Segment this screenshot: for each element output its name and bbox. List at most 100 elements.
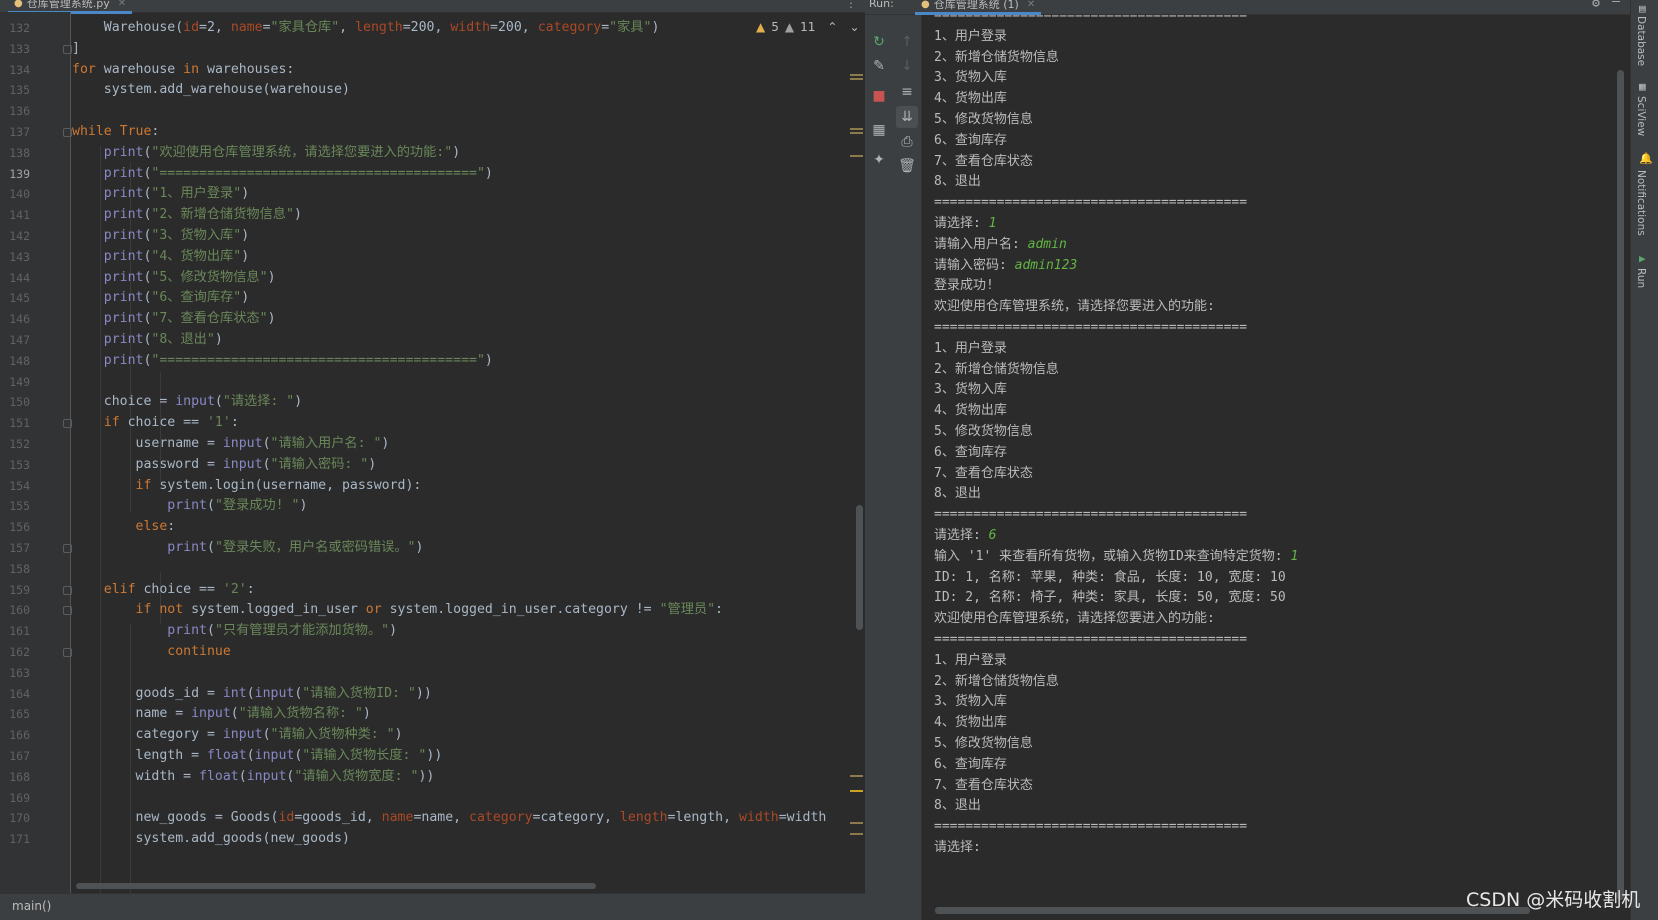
stripe-marker[interactable] [850, 74, 863, 76]
code-line[interactable]: print("5、修改货物信息") [72, 267, 276, 289]
layout-icon[interactable]: ▦ [868, 119, 890, 141]
code-token: id [183, 20, 200, 35]
code-line[interactable]: else: [72, 516, 176, 538]
code-token: )) [426, 748, 443, 763]
code-line[interactable]: Warehouse(id=2, name="家具仓库", length=200,… [72, 17, 660, 39]
code-line[interactable]: ] [72, 38, 80, 60]
code-line[interactable]: name = input("请输入货物名称: ") [72, 703, 371, 725]
console-horizontal-scrollbar[interactable] [935, 907, 1530, 914]
code-line[interactable]: if choice == '1': [72, 412, 239, 434]
code-token: Warehouse( [72, 20, 184, 35]
console-text: ID: 1, 名称: 苹果, 种类: 食品, 长度: 10, 宽度: 10 [934, 569, 1286, 585]
code-line[interactable]: print("7、查看仓库状态") [72, 308, 276, 330]
fold-marker-icon[interactable] [63, 585, 72, 595]
code-line[interactable]: print("3、货物入库") [72, 225, 249, 247]
code-line[interactable]: print("登录失败，用户名或密码错误。") [72, 537, 423, 559]
code-line[interactable]: print("欢迎使用仓库管理系统，请选择您要进入的功能:") [72, 142, 460, 164]
editor-horizontal-scrollbar[interactable] [76, 883, 596, 889]
run-config-tab[interactable]: ● 仓库管理系统 (1) ✕ [915, 0, 1042, 15]
code-line[interactable]: goods_id = int(input("请输入货物ID: ")) [72, 683, 432, 705]
fold-marker-icon[interactable] [63, 419, 72, 429]
code-line[interactable]: print("6、查询库存") [72, 287, 249, 309]
stripe-marker[interactable] [850, 155, 863, 157]
code-line[interactable]: system.add_warehouse(warehouse) [72, 79, 350, 101]
code-line[interactable]: length = float(input("请输入货物长度: ")) [72, 745, 443, 767]
code-line[interactable]: width = float(input("请输入货物宽度: ")) [72, 766, 435, 788]
run-side-tab[interactable]: Run [1635, 268, 1647, 288]
code-line[interactable]: print("2、新增仓储货物信息") [72, 204, 302, 226]
code-editor[interactable]: ● 仓库管理系统.py ✕ ⋮ 132 133 134 135 136 137 138 139… [0, 0, 865, 920]
code-line[interactable]: print("=================================… [72, 163, 493, 185]
fold-marker-icon[interactable] [63, 44, 72, 54]
stripe-marker[interactable] [850, 128, 863, 130]
scroll-to-end-icon[interactable]: ⇊ [896, 106, 918, 128]
stripe-marker[interactable] [850, 78, 863, 80]
code-token: name [381, 810, 414, 826]
notifications-tab[interactable]: Notifications [1635, 170, 1647, 236]
breadcrumb-function[interactable]: main() [12, 899, 51, 913]
trash-icon[interactable]: 🗑 [896, 155, 918, 177]
code-token: category [469, 810, 533, 826]
code-token: new_goods = Goods( [72, 810, 279, 826]
code-line[interactable]: print("=================================… [72, 350, 493, 372]
code-line[interactable]: category = input("请输入货物种类: ") [72, 724, 403, 746]
sciview-tab[interactable]: SciView [1635, 96, 1647, 136]
editor-vertical-scrollbar[interactable] [856, 505, 863, 630]
code-line[interactable]: print("4、货物出库") [72, 246, 249, 268]
code-token: '2' [222, 581, 247, 597]
code-area[interactable]: Warehouse(id=2, name="家具仓库", length=200,… [72, 12, 865, 900]
code-line[interactable]: password = input("请输入密码: ") [72, 454, 377, 476]
stripe-marker[interactable] [850, 790, 863, 792]
code-line[interactable]: continue [72, 641, 231, 663]
code-token: choice == [119, 415, 207, 431]
run-console-output[interactable]: ========================================… [922, 15, 1630, 920]
tab-more-icon[interactable]: ⋮ [845, 0, 857, 10]
console-vertical-scrollbar[interactable] [1617, 70, 1624, 900]
console-text: 3、货物入库 [934, 694, 1007, 710]
code-line[interactable]: print("8、退出") [72, 329, 223, 351]
console-user-input: 1 [988, 216, 997, 231]
pin-icon[interactable]: ✦ [868, 149, 890, 171]
code-line[interactable]: choice = input("请选择: ") [72, 391, 302, 413]
code-token: )) [418, 768, 435, 784]
line-number: 132 [9, 21, 30, 35]
code-line[interactable]: print("只有管理员才能添加货物。") [72, 620, 397, 642]
stripe-marker[interactable] [850, 833, 863, 835]
up-arrow-icon[interactable]: ↑ [896, 31, 918, 53]
fold-marker-icon[interactable] [63, 606, 72, 616]
database-tab[interactable]: Database [1635, 16, 1647, 66]
code-line[interactable]: system.add_goods(new_goods) [72, 828, 350, 850]
close-run-tab-icon[interactable]: ✕ [1027, 0, 1035, 10]
wrench-icon[interactable]: ✎ [868, 55, 890, 77]
line-number: 146 [9, 312, 30, 327]
code-line[interactable]: print("1、用户登录") [72, 183, 249, 205]
close-tab-icon[interactable]: ✕ [118, 0, 126, 9]
console-line: 7、查看仓库状态 [934, 463, 1033, 485]
previous-highlight-icon[interactable]: ⌃ [827, 20, 837, 34]
console-text: 8、退出 [934, 174, 981, 190]
code-line[interactable]: print("登录成功! ") [72, 495, 307, 517]
code-line[interactable]: while True: [72, 121, 159, 143]
code-line[interactable]: username = input("请输入用户名: ") [72, 433, 390, 455]
code-line[interactable]: elif choice == '2': [72, 579, 255, 601]
down-arrow-icon[interactable]: ↓ [896, 55, 918, 77]
print-icon[interactable]: ⎙ [896, 131, 918, 153]
soft-wrap-icon[interactable]: ≡ [896, 81, 918, 103]
fold-marker-icon[interactable] [63, 544, 72, 553]
inspection-widget[interactable]: ▲ 5 ▲ 11 ⌃ ⌄ [756, 20, 860, 34]
gear-icon[interactable]: ⚙ [1592, 0, 1600, 11]
breadcrumb[interactable]: main() [0, 893, 865, 920]
fold-marker-icon[interactable] [63, 128, 72, 137]
stripe-marker[interactable] [850, 775, 863, 777]
code-line[interactable]: if system.login(username, password): [72, 475, 422, 497]
code-line[interactable]: if not system.logged_in_user or system.l… [72, 599, 723, 621]
fold-marker-icon[interactable] [63, 648, 72, 657]
stripe-marker[interactable] [850, 132, 863, 134]
next-highlight-icon[interactable]: ⌄ [849, 20, 859, 34]
stripe-marker[interactable] [850, 822, 863, 824]
minimize-icon[interactable]: — [1612, 0, 1620, 9]
rerun-icon[interactable]: ↻ [868, 31, 890, 53]
code-line[interactable]: new_goods = Goods(id=goods_id, name=name… [72, 807, 827, 829]
code-line[interactable]: for warehouse in warehouses: [72, 59, 294, 81]
stop-icon[interactable]: ■ [868, 85, 890, 107]
